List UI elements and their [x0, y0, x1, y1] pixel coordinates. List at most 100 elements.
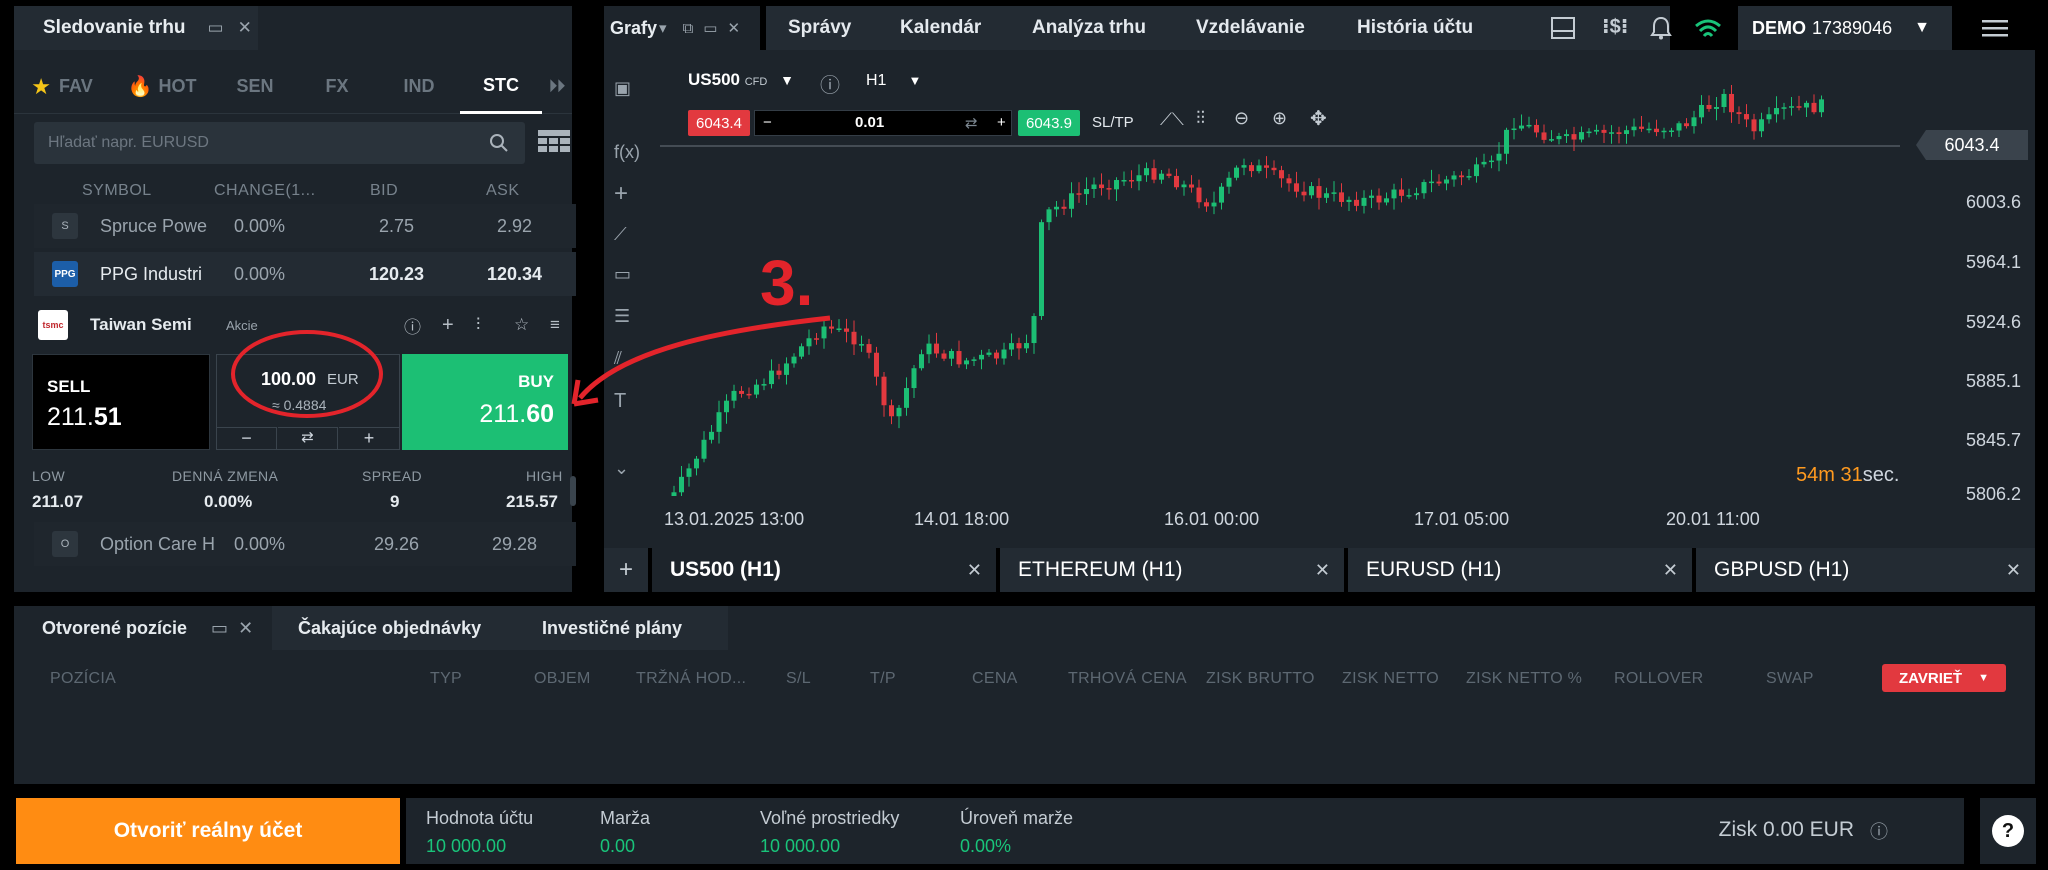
col-sl[interactable]: S/L: [786, 670, 811, 688]
maximize-icon[interactable]: ▭: [211, 618, 228, 639]
watchlist-tab[interactable]: Sledovanie trhu ▭ ✕: [14, 6, 258, 50]
channel-tool-icon[interactable]: ⫽: [614, 348, 622, 369]
panel-toggle-icon[interactable]: ▣: [614, 78, 631, 99]
stat-high-label: HIGH: [526, 468, 563, 484]
candle-body: [1354, 199, 1359, 206]
col-volume[interactable]: OBJEM: [534, 670, 591, 688]
chevron-down-icon[interactable]: ▾: [659, 19, 667, 37]
col-bid[interactable]: BID: [370, 182, 398, 200]
close-all-button[interactable]: ZAVRIEŤ ▼: [1882, 664, 2006, 692]
col-tp[interactable]: T/P: [870, 670, 896, 688]
tab-open-positions[interactable]: Otvorené pozície ▭ ✕: [42, 606, 253, 650]
hamburger-menu-icon[interactable]: [1982, 18, 2008, 38]
charts-tab[interactable]: Grafy ▾ ⧉ ▭ ✕: [604, 6, 760, 50]
table-row[interactable]: PPG PPG Industri 0.00% 120.23 120.34: [34, 252, 576, 296]
tab-pending-orders[interactable]: Čakajúce objednávky: [298, 606, 481, 650]
scroll-right-icon[interactable]: ⏵⏵: [542, 60, 572, 114]
popout-icon[interactable]: ⧉: [683, 20, 694, 37]
col-change[interactable]: CHANGE(1...: [214, 182, 316, 200]
col-swap[interactable]: SWAP: [1766, 670, 1814, 688]
help-button[interactable]: ?: [1980, 798, 2036, 864]
tab-hot[interactable]: 🔥 HOT: [110, 60, 214, 114]
close-icon[interactable]: ✕: [1315, 560, 1330, 581]
price-chart[interactable]: [660, 66, 1900, 496]
selected-instrument[interactable]: tsmc Taiwan Semi Akcie ⓘ + ⫶ ☆ ≡: [34, 303, 576, 347]
tab-chart-ethereum[interactable]: ETHEREUM (H1) ✕: [1000, 548, 1344, 592]
add-chart-button[interactable]: +: [604, 548, 648, 592]
text-tool-icon[interactable]: T: [614, 390, 626, 413]
candles-icon[interactable]: ⫶: [476, 315, 480, 335]
nav-news[interactable]: Správy: [788, 6, 851, 50]
col-net-profit[interactable]: ZISK NETTO: [1342, 670, 1439, 688]
layout-icon[interactable]: [1550, 16, 1576, 40]
indicators-icon[interactable]: f(x): [614, 142, 640, 163]
volume-input[interactable]: 100.00 EUR ≈ 0.4884 − ⇄ +: [216, 354, 400, 450]
col-net-profit-pct[interactable]: ZISK NETTO %: [1466, 670, 1582, 688]
buy-button[interactable]: BUY 211.60: [402, 354, 568, 450]
info-icon[interactable]: ⓘ: [404, 313, 421, 338]
col-rollover[interactable]: ROLLOVER: [1614, 670, 1704, 688]
line-tool-icon[interactable]: ⟋: [614, 224, 627, 245]
close-icon[interactable]: ✕: [238, 18, 252, 38]
table-row[interactable]: S Spruce Powe 0.00% 2.75 2.92: [34, 204, 576, 248]
col-gross-profit[interactable]: ZISK BRUTTO: [1206, 670, 1315, 688]
candle-body: [1039, 222, 1044, 317]
tab-chart-eurusd[interactable]: EURUSD (H1) ✕: [1348, 548, 1692, 592]
nav-market-analysis[interactable]: Analýza trhu: [1032, 6, 1146, 50]
rectangle-tool-icon[interactable]: ▭: [614, 264, 631, 285]
tab-ind[interactable]: IND: [378, 60, 460, 114]
col-type[interactable]: TYP: [430, 670, 462, 688]
nav-account-history[interactable]: História účtu: [1357, 6, 1473, 50]
maximize-icon[interactable]: ▭: [703, 19, 717, 37]
decrease-button[interactable]: −: [217, 427, 277, 449]
tab-fx[interactable]: FX: [296, 60, 378, 114]
bell-icon[interactable]: [1650, 16, 1672, 40]
favorite-icon[interactable]: ☆: [514, 315, 529, 335]
increase-button[interactable]: +: [339, 427, 399, 449]
candle-body: [769, 370, 774, 385]
candle-body: [979, 354, 984, 360]
expand-tools-icon[interactable]: ⌄: [614, 458, 629, 479]
currency-exchange-icon[interactable]: ⁝$⁝: [1602, 14, 1628, 39]
nav-calendar[interactable]: Kalendár: [900, 6, 981, 50]
candle-body: [941, 353, 947, 359]
candle-body: [1046, 209, 1052, 223]
candle-body: [1279, 170, 1284, 179]
tab-stc[interactable]: STC: [460, 60, 542, 114]
tab-sen[interactable]: SEN: [214, 60, 296, 114]
close-icon[interactable]: ✕: [2006, 560, 2021, 581]
col-position[interactable]: POZÍCIA: [50, 670, 116, 688]
candle-body: [1781, 107, 1787, 109]
maximize-icon[interactable]: ▭: [208, 18, 224, 38]
nav-education[interactable]: Vzdelávanie: [1196, 6, 1305, 50]
scrollbar[interactable]: [570, 476, 576, 506]
add-list-icon[interactable]: ≡: [550, 315, 560, 335]
grid-view-icon[interactable]: [538, 130, 570, 159]
table-row[interactable]: O Option Care H 0.00% 29.26 29.28: [34, 522, 576, 566]
candle-body: [851, 331, 857, 345]
swap-units-icon[interactable]: ⇄: [278, 427, 338, 449]
close-icon[interactable]: ✕: [727, 19, 740, 37]
account-value: 10 000.00: [426, 836, 507, 856]
tab-fav[interactable]: ★ FAV: [14, 60, 110, 114]
crosshair-icon[interactable]: +: [614, 180, 628, 208]
tab-chart-gbpusd[interactable]: GBPUSD (H1) ✕: [1696, 548, 2035, 592]
tab-chart-us500[interactable]: US500 (H1) ✕: [652, 548, 996, 592]
col-price[interactable]: CENA: [972, 670, 1018, 688]
info-icon[interactable]: ⓘ: [1870, 818, 1888, 844]
sell-button[interactable]: SELL 211.51: [32, 354, 210, 450]
open-real-account-button[interactable]: Otvoriť reálny účet: [16, 798, 400, 864]
add-icon[interactable]: +: [442, 314, 454, 337]
search-input[interactable]: Hľadať napr. EURUSD: [34, 122, 525, 164]
col-market-price[interactable]: TRHOVÁ CENA: [1068, 670, 1187, 688]
tab-investment-plans[interactable]: Investičné plány: [542, 606, 682, 650]
close-icon[interactable]: ✕: [1663, 560, 1678, 581]
account-selector[interactable]: DEMO 17389046 ▼: [1738, 6, 1952, 50]
close-icon[interactable]: ✕: [238, 618, 253, 639]
col-symbol[interactable]: SYMBOL: [82, 182, 152, 200]
volume-amount[interactable]: 100.00: [261, 369, 316, 390]
col-ask[interactable]: ASK: [486, 182, 520, 200]
fibonacci-tool-icon[interactable]: ☰: [614, 306, 630, 327]
close-icon[interactable]: ✕: [967, 560, 982, 581]
col-market-value[interactable]: TRŽNÁ HOD...: [636, 670, 746, 688]
